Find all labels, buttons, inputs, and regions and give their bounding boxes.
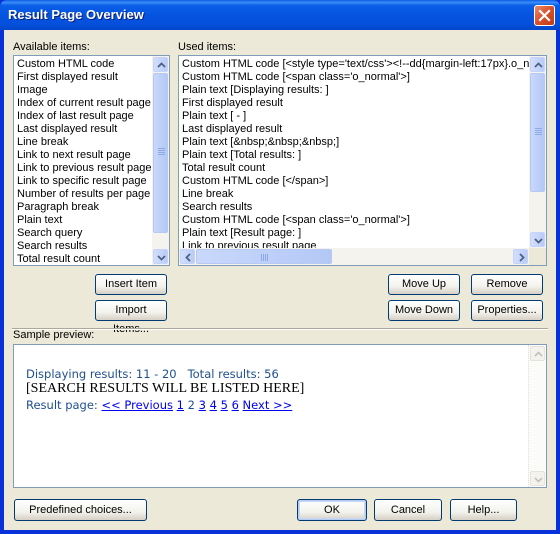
chevron-up-icon (534, 351, 543, 357)
insert-item-button[interactable]: Insert Item (95, 274, 167, 295)
preview-pagination: Result page: << Previous 1 2 3 4 5 6 Nex… (26, 398, 292, 412)
list-item[interactable]: Last displayed result (14, 123, 152, 136)
page-link[interactable]: 5 (221, 398, 228, 412)
list-item[interactable]: Custom HTML code [<style type='text/css'… (179, 58, 529, 71)
scroll-thumb[interactable] (153, 73, 168, 233)
list-item[interactable]: Plain text [ - ] (179, 110, 529, 123)
list-item[interactable]: Paragraph break (14, 201, 152, 214)
used-list-hscrollbar[interactable] (179, 248, 529, 265)
list-item[interactable]: Plain text [&nbsp;&nbsp;&nbsp;] (179, 136, 529, 149)
list-item[interactable]: First displayed result (14, 71, 152, 84)
dialog-window: Result Page Overview Available items: Us… (0, 0, 560, 534)
title-bar[interactable]: Result Page Overview (0, 0, 560, 30)
move-down-button[interactable]: Move Down (388, 300, 460, 321)
list-item[interactable]: Image (14, 84, 152, 97)
chevron-down-icon (534, 477, 543, 483)
chevron-up-icon (534, 62, 543, 68)
chevron-right-icon (519, 253, 525, 262)
move-up-button[interactable]: Move Up (388, 274, 460, 295)
scroll-up-button[interactable] (530, 346, 545, 361)
list-item[interactable]: Search results (179, 201, 529, 214)
list-item[interactable]: Line break (179, 188, 529, 201)
dialog-client: Available items: Used items: Custom HTML… (4, 30, 556, 530)
preview-scrollbar[interactable] (528, 345, 546, 487)
scroll-corner (529, 248, 546, 265)
predefined-choices-button[interactable]: Predefined choices... (14, 499, 147, 521)
list-item[interactable]: Total result count (14, 253, 152, 265)
preview-results-placeholder: [SEARCH RESULTS WILL BE LISTED HERE] (26, 381, 305, 396)
ok-button[interactable]: OK (297, 499, 367, 521)
used-list-vscrollbar[interactable] (529, 56, 546, 248)
page-link[interactable]: 6 (232, 398, 239, 412)
scroll-thumb[interactable] (530, 73, 545, 192)
sample-preview-label: Sample preview: (13, 329, 95, 341)
remove-button[interactable]: Remove (471, 274, 543, 295)
previous-link[interactable]: << Previous (101, 398, 173, 412)
window-title: Result Page Overview (8, 7, 144, 22)
result-page-label: Result page: (26, 398, 102, 412)
list-item[interactable]: Plain text (14, 214, 152, 227)
list-item[interactable]: Total result count (179, 162, 529, 175)
scroll-left-button[interactable] (180, 249, 195, 264)
list-item[interactable]: Link to previous result page (14, 162, 152, 175)
chevron-up-icon (157, 62, 166, 68)
list-item[interactable]: Link to specific result page (14, 175, 152, 188)
list-item[interactable]: Link to previous result page (179, 240, 529, 248)
scroll-down-button[interactable] (530, 232, 545, 247)
scroll-down-button[interactable] (153, 249, 168, 264)
preview-results-summary: Displaying results: 11 - 20 Total result… (26, 367, 279, 381)
cancel-button[interactable]: Cancel (374, 499, 442, 521)
list-item[interactable]: Search results (14, 240, 152, 253)
close-button[interactable] (534, 5, 555, 26)
close-x-icon (538, 9, 551, 22)
list-item[interactable]: Number of results per page (14, 188, 152, 201)
chevron-left-icon (185, 253, 191, 262)
used-items-label: Used items: (178, 41, 237, 53)
available-items-label: Available items: (13, 41, 90, 53)
page-link[interactable]: 3 (199, 398, 206, 412)
list-item[interactable]: First displayed result (179, 97, 529, 110)
list-item[interactable]: Search query (14, 227, 152, 240)
available-items-list[interactable]: Custom HTML code First displayed result Im… (13, 55, 170, 266)
hscroll-thumb[interactable] (196, 249, 332, 264)
chevron-down-icon (534, 238, 543, 244)
sample-preview-box: Displaying results: 11 - 20 Total result… (13, 344, 547, 488)
page-link[interactable]: 4 (210, 398, 217, 412)
list-item[interactable]: Custom HTML code [</span>] (179, 175, 529, 188)
list-item[interactable]: Custom HTML code [<span class='o_normal'… (179, 71, 529, 84)
help-button[interactable]: Help... (450, 499, 517, 521)
scroll-up-button[interactable] (153, 57, 168, 72)
current-page-number: 2 (187, 398, 195, 412)
scroll-up-button[interactable] (530, 57, 545, 72)
list-item[interactable]: Custom HTML code (14, 58, 152, 71)
list-item[interactable]: Custom HTML code [<span class='o_normal'… (179, 214, 529, 227)
list-item[interactable]: Plain text [Result page: ] (179, 227, 529, 240)
next-link[interactable]: Next >> (243, 398, 293, 412)
list-item[interactable]: Line break (14, 136, 152, 149)
page-link[interactable]: 1 (177, 398, 184, 412)
list-item[interactable]: Last displayed result (179, 123, 529, 136)
chevron-down-icon (157, 255, 166, 261)
import-items-button[interactable]: Import Items... (95, 300, 167, 335)
list-item[interactable]: Index of last result page (14, 110, 152, 123)
list-item[interactable]: Link to next result page (14, 149, 152, 162)
scroll-down-button[interactable] (530, 471, 545, 486)
list-item[interactable]: Plain text [Total results: ] (179, 149, 529, 162)
scroll-right-button[interactable] (513, 249, 528, 264)
used-items-list[interactable]: Custom HTML code [<style type='text/css'… (178, 55, 547, 266)
available-list-scrollbar[interactable] (152, 56, 169, 265)
properties-button[interactable]: Properties... (471, 300, 543, 321)
list-item[interactable]: Plain text [Displaying results: ] (179, 84, 529, 97)
list-item[interactable]: Index of current result page (14, 97, 152, 110)
